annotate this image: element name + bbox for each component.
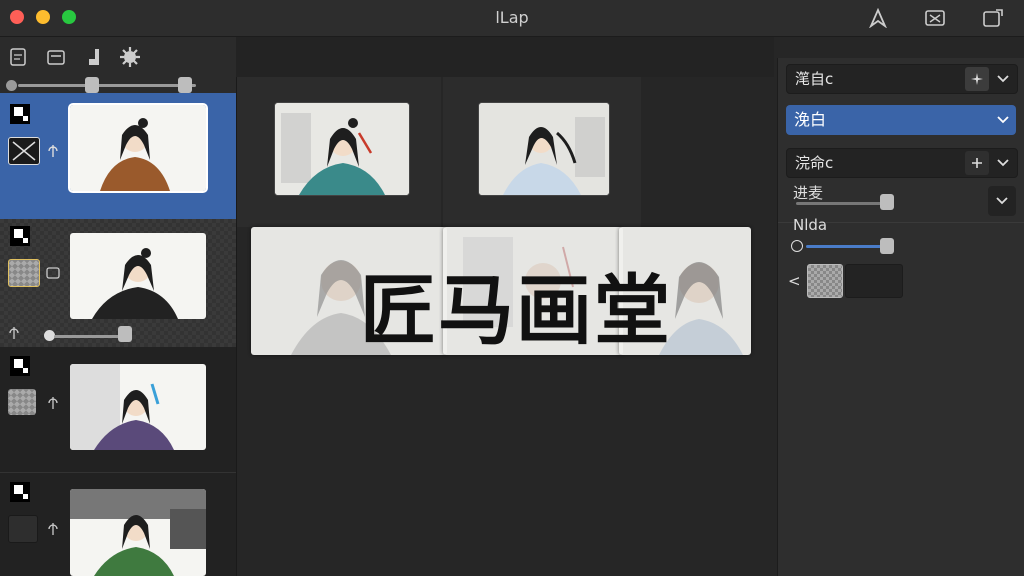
layer-thumbnail-4[interactable]	[70, 489, 206, 576]
layer-thumbnail-3[interactable]	[70, 364, 206, 450]
slider-track	[18, 84, 196, 87]
property-field-2[interactable]: 浣命c	[786, 148, 1018, 178]
add-icon[interactable]	[965, 151, 989, 175]
chevron-down-icon[interactable]	[991, 67, 1015, 91]
property-label-2: Nlda	[793, 216, 828, 234]
layer-mask-empty[interactable]	[8, 515, 38, 543]
property-slider-2-knob[interactable]	[880, 238, 894, 254]
opacity-icon	[6, 325, 22, 341]
thumbnail-size-slider[interactable]	[0, 77, 236, 93]
layer-mask-thumbnail[interactable]	[8, 389, 36, 415]
properties-panel: 滗自c 浼白 浣命c 进麦 Nlda <	[777, 58, 1024, 576]
canvas-area: 匠马画堂	[237, 77, 775, 576]
brush-tool-icon[interactable]	[80, 43, 108, 71]
property-slider-2-track[interactable]	[806, 245, 886, 248]
layer-type-icon	[9, 225, 31, 247]
share-icon[interactable]	[981, 6, 1005, 30]
pen-tool-icon[interactable]	[866, 6, 890, 30]
layer-type-icon	[9, 481, 31, 503]
layer-type-icon	[9, 355, 31, 377]
image-export-icon[interactable]	[923, 6, 947, 30]
layer-type-icon	[9, 103, 31, 125]
canvas-frame-2[interactable]	[479, 103, 609, 195]
chevron-down-icon[interactable]	[988, 186, 1016, 216]
opacity-slider-knob[interactable]	[118, 326, 132, 342]
chevron-down-icon	[996, 109, 1010, 141]
opacity-slider-track[interactable]	[54, 335, 124, 338]
banner-title-text: 匠马画堂	[360, 266, 672, 355]
sparkle-icon[interactable]	[965, 67, 989, 91]
property-field-2-value: 浣命c	[795, 154, 834, 172]
slider-knob-right[interactable]	[178, 77, 192, 93]
property-field-1-value: 滗自c	[795, 70, 834, 88]
blend-mode-value: 浼白	[794, 110, 827, 129]
tool-bar	[0, 37, 236, 77]
link-icon[interactable]	[45, 521, 61, 537]
layer-row-2[interactable]	[0, 219, 236, 347]
slider-knob-left[interactable]	[85, 77, 99, 93]
title-bar: lLap	[0, 0, 1024, 37]
document-icon[interactable]	[4, 43, 32, 71]
canvas-frame-1[interactable]	[275, 103, 409, 195]
link-icon[interactable]	[45, 395, 61, 411]
property-slider-1-track[interactable]	[796, 202, 890, 205]
layer-row-4[interactable]	[0, 473, 236, 576]
layers-panel	[0, 77, 237, 576]
layers-icon[interactable]	[42, 43, 70, 71]
property-slider-1-knob[interactable]	[880, 194, 894, 210]
property-label-1: 进麦	[793, 184, 824, 202]
back-arrow-icon[interactable]: <	[788, 272, 801, 290]
blend-mode-select[interactable]: 浼白	[786, 105, 1016, 135]
mask-options-icon[interactable]	[45, 265, 61, 281]
layer-thumbnail-2[interactable]	[70, 233, 206, 319]
chevron-down-icon[interactable]	[991, 151, 1015, 175]
color-swatch[interactable]	[845, 264, 903, 298]
canvas-column	[643, 77, 775, 227]
layer-mask-thumbnail[interactable]	[8, 259, 40, 287]
settings-gear-icon[interactable]	[116, 43, 144, 71]
layer-row-1[interactable]	[0, 93, 236, 219]
texture-swatch[interactable]	[807, 264, 843, 298]
layer-mask-icon[interactable]	[8, 137, 40, 165]
property-field-1[interactable]: 滗自c	[786, 64, 1018, 94]
layer-thumbnail-1[interactable]	[68, 103, 208, 193]
slider-reset-dot[interactable]	[791, 240, 803, 252]
toolbar-empty-area	[236, 37, 774, 77]
link-icon[interactable]	[45, 143, 61, 159]
slider-min-dot	[6, 80, 17, 91]
title-banner[interactable]: 匠马画堂	[251, 227, 751, 355]
layer-row-3[interactable]	[0, 347, 236, 473]
